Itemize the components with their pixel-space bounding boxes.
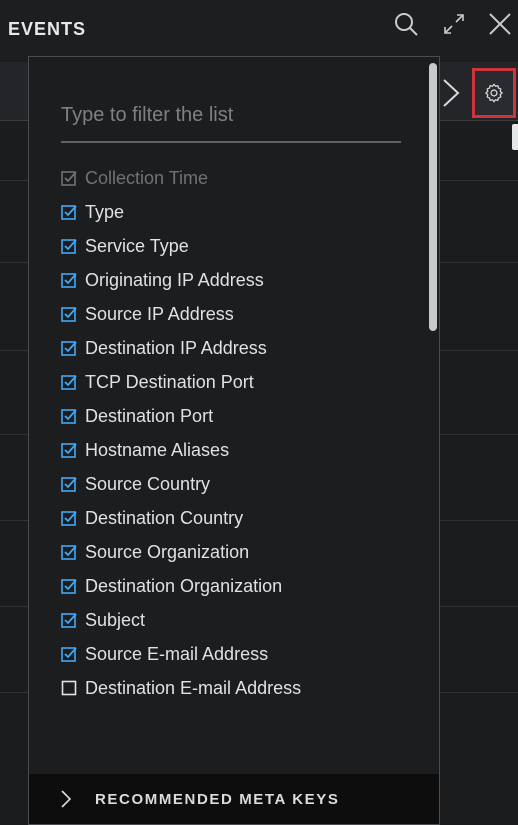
list-item-label: Type (85, 201, 125, 222)
column-selector-panel: Collection Time Type Service Type Origin… (28, 56, 440, 825)
checkbox-checked-icon[interactable] (61, 340, 77, 356)
list-item-source-email[interactable]: Source E-mail Address (61, 639, 401, 669)
list-item-destination-email[interactable]: Destination E-mail Address (61, 673, 401, 703)
list-item-label: Hostname Aliases (85, 439, 230, 460)
checkbox-unchecked-icon[interactable] (61, 680, 77, 696)
checkbox-checked-icon[interactable] (61, 510, 77, 526)
list-item-label: Source Organization (85, 541, 250, 562)
list-item-label: Destination Organization (85, 575, 283, 596)
scrollbar-thumb[interactable] (429, 63, 437, 331)
list-item-destination-ip[interactable]: Destination IP Address (61, 333, 401, 363)
tooltip-edge (512, 124, 518, 150)
list-item-service-type[interactable]: Service Type (61, 231, 401, 261)
page-title: EVENTS (8, 19, 87, 39)
checkbox-checked-icon[interactable] (61, 646, 77, 662)
list-item-label: Destination Port (85, 405, 214, 426)
list-item-destination-country[interactable]: Destination Country (61, 503, 401, 533)
gear-icon (485, 83, 503, 103)
footer-label: RECOMMENDED META KEYS (95, 790, 340, 808)
list-item-source-country[interactable]: Source Country (61, 469, 401, 499)
list-item-subject[interactable]: Subject (61, 605, 401, 635)
checkbox-checked-icon[interactable] (61, 238, 77, 254)
list-item-label: Collection Time (85, 167, 209, 188)
list-item-destination-port[interactable]: Destination Port (61, 401, 401, 431)
list-item-label: TCP Destination Port (85, 371, 254, 392)
chevron-right-icon[interactable] (436, 72, 464, 114)
list-item-label: Destination IP Address (85, 337, 267, 358)
list-item-label: Source IP Address (85, 303, 234, 324)
recommended-meta-keys-toggle[interactable]: RECOMMENDED META KEYS (29, 774, 439, 824)
list-item-hostname-aliases[interactable]: Hostname Aliases (61, 435, 401, 465)
expand-icon[interactable] (440, 10, 468, 38)
checkbox-checked-icon (61, 171, 77, 186)
checkbox-checked-icon[interactable] (61, 442, 77, 458)
list-item-collection-time: Collection Time (61, 163, 401, 193)
list-item-label: Source E-mail Address (85, 643, 269, 664)
checkbox-checked-icon[interactable] (61, 612, 77, 628)
checkbox-checked-icon[interactable] (61, 374, 77, 390)
checkbox-checked-icon[interactable] (61, 306, 77, 322)
list-item-label: Service Type (85, 235, 189, 256)
list-item-label: Subject (85, 609, 146, 630)
list-item-label: Destination Country (85, 507, 244, 528)
search-icon[interactable] (392, 10, 420, 38)
list-item-originating-ip[interactable]: Originating IP Address (61, 265, 401, 295)
checkbox-checked-icon[interactable] (61, 204, 77, 220)
list-item-destination-organization[interactable]: Destination Organization (61, 571, 401, 601)
list-item-source-organization[interactable]: Source Organization (61, 537, 401, 567)
filter-input[interactable] (61, 79, 401, 143)
checkbox-checked-icon[interactable] (61, 578, 77, 594)
list-item-label: Originating IP Address (85, 269, 264, 290)
checkbox-checked-icon[interactable] (61, 408, 77, 424)
checkbox-checked-icon[interactable] (61, 272, 77, 288)
list-item-label: Destination E-mail Address (85, 677, 302, 698)
chevron-right-icon (61, 790, 72, 808)
checkbox-checked-icon[interactable] (61, 476, 77, 492)
list-item-label: Source Country (85, 473, 211, 494)
close-icon[interactable] (486, 10, 514, 38)
list-item-source-ip[interactable]: Source IP Address (61, 299, 401, 329)
checkbox-checked-icon[interactable] (61, 544, 77, 560)
column-settings-button[interactable] (472, 68, 516, 118)
events-header: EVENTS (0, 0, 518, 60)
list-item-tcp-destination-port[interactable]: TCP Destination Port (61, 367, 401, 397)
list-item-type[interactable]: Type (61, 197, 401, 227)
